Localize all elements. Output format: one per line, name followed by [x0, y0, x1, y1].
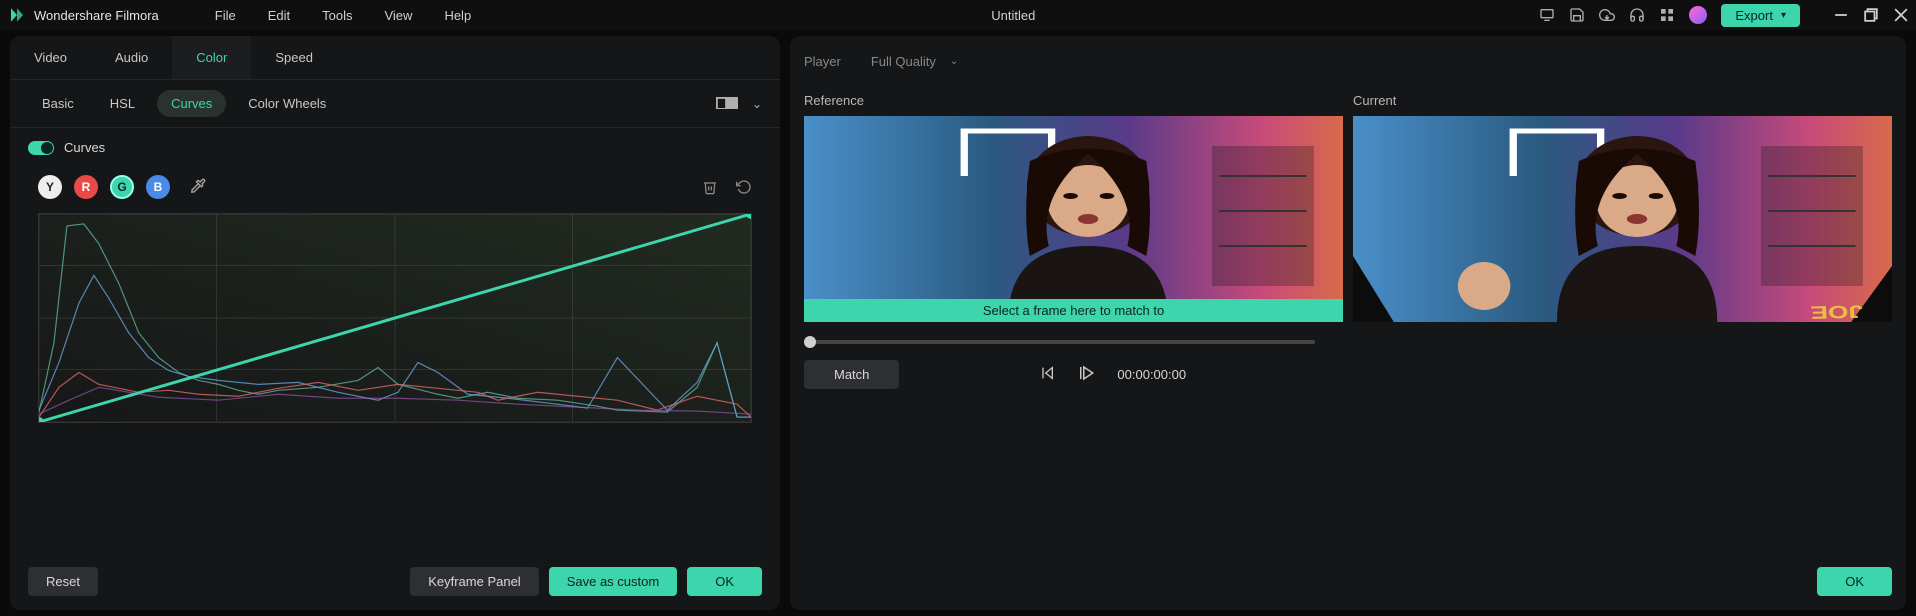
menu-view[interactable]: View [368, 8, 428, 23]
current-label: Current [1353, 93, 1892, 108]
titlebar: Wondershare Filmora File Edit Tools View… [0, 0, 1916, 30]
delete-icon[interactable] [702, 179, 718, 195]
curves-section-title: Curves [64, 140, 105, 155]
apps-icon[interactable] [1659, 7, 1675, 23]
player-panel: Player Full Quality ⌄ Reference Current [790, 36, 1906, 610]
curves-channel-row: Y R G B [10, 167, 780, 203]
document-title: Untitled [487, 8, 1539, 23]
save-icon[interactable] [1569, 7, 1585, 23]
channel-g[interactable]: G [110, 175, 134, 199]
color-subtabs: Basic HSL Curves Color Wheels ⌄ [10, 80, 780, 128]
subtab-color-wheels[interactable]: Color Wheels [234, 90, 340, 117]
window-controls [1834, 8, 1908, 22]
undo-icon[interactable] [736, 179, 752, 195]
left-bottom-bar: Reset Keyframe Panel Save as custom OK [10, 553, 780, 610]
tab-audio[interactable]: Audio [91, 36, 172, 79]
playback-row: Match 00:00:00:00 [790, 354, 1906, 395]
svg-text:JOE: JOE [1810, 301, 1863, 322]
quality-value: Full Quality [871, 54, 936, 69]
channel-y[interactable]: Y [38, 175, 62, 199]
curves-section-header: Curves [10, 128, 780, 167]
main-tabs: Video Audio Color Speed [10, 36, 780, 80]
save-as-custom-button[interactable]: Save as custom [549, 567, 678, 596]
menu-file[interactable]: File [199, 8, 252, 23]
play-icon[interactable] [1077, 364, 1095, 385]
prev-frame-icon[interactable] [1039, 365, 1055, 384]
app-name: Wondershare Filmora [34, 8, 159, 23]
match-button[interactable]: Match [804, 360, 899, 389]
preview-area: Reference Current [790, 83, 1906, 322]
titlebar-right: Export ▾ [1539, 4, 1908, 27]
menu-help[interactable]: Help [428, 8, 487, 23]
channel-r[interactable]: R [74, 175, 98, 199]
chevron-down-icon: ⌄ [950, 56, 958, 67]
subtab-hsl[interactable]: HSL [96, 90, 149, 117]
user-avatar[interactable] [1689, 6, 1707, 24]
color-panel: Video Audio Color Speed Basic HSL Curves… [10, 36, 780, 610]
scrub-slider[interactable] [804, 340, 1315, 344]
cloud-icon[interactable] [1599, 7, 1615, 23]
minimize-icon[interactable] [1834, 8, 1848, 22]
compare-view-icon[interactable] [716, 97, 738, 111]
channel-b[interactable]: B [146, 175, 170, 199]
tab-video[interactable]: Video [10, 36, 91, 79]
chevron-down-icon: ▾ [1781, 10, 1786, 21]
main: Video Audio Color Speed Basic HSL Curves… [0, 30, 1916, 616]
eyedropper-icon[interactable] [190, 178, 206, 197]
headphones-icon[interactable] [1629, 7, 1645, 23]
menu-edit[interactable]: Edit [252, 8, 306, 23]
curves-toggle[interactable] [28, 141, 54, 155]
app-logo-icon [8, 6, 26, 24]
reference-label: Reference [804, 93, 1343, 108]
subtab-basic[interactable]: Basic [28, 90, 88, 117]
tab-speed[interactable]: Speed [251, 36, 337, 79]
timecode: 00:00:00:00 [1117, 367, 1186, 382]
subtab-curves[interactable]: Curves [157, 90, 226, 117]
quality-select[interactable]: Full Quality ⌄ [861, 50, 968, 73]
ok-button[interactable]: OK [687, 567, 762, 596]
export-button[interactable]: Export ▾ [1721, 4, 1800, 27]
close-icon[interactable] [1894, 8, 1908, 22]
tab-color[interactable]: Color [172, 36, 251, 79]
reference-preview[interactable]: Select a frame here to match to [804, 116, 1343, 322]
current-preview[interactable]: JOE [1353, 116, 1892, 322]
player-header: Player Full Quality ⌄ [790, 36, 1906, 83]
menu-tools[interactable]: Tools [306, 8, 368, 23]
reset-button[interactable]: Reset [28, 567, 98, 596]
scrub-handle[interactable] [804, 336, 816, 348]
right-ok-row: OK [790, 553, 1906, 610]
select-frame-banner: Select a frame here to match to [804, 299, 1343, 322]
player-ok-button[interactable]: OK [1817, 567, 1892, 596]
scrub-row [790, 322, 1906, 354]
chevron-down-icon[interactable]: ⌄ [752, 97, 762, 111]
curves-chart[interactable] [38, 213, 752, 423]
export-label: Export [1735, 8, 1773, 23]
monitor-icon[interactable] [1539, 7, 1555, 23]
player-label: Player [804, 54, 841, 69]
keyframe-panel-button[interactable]: Keyframe Panel [410, 567, 539, 596]
maximize-icon[interactable] [1864, 8, 1878, 22]
